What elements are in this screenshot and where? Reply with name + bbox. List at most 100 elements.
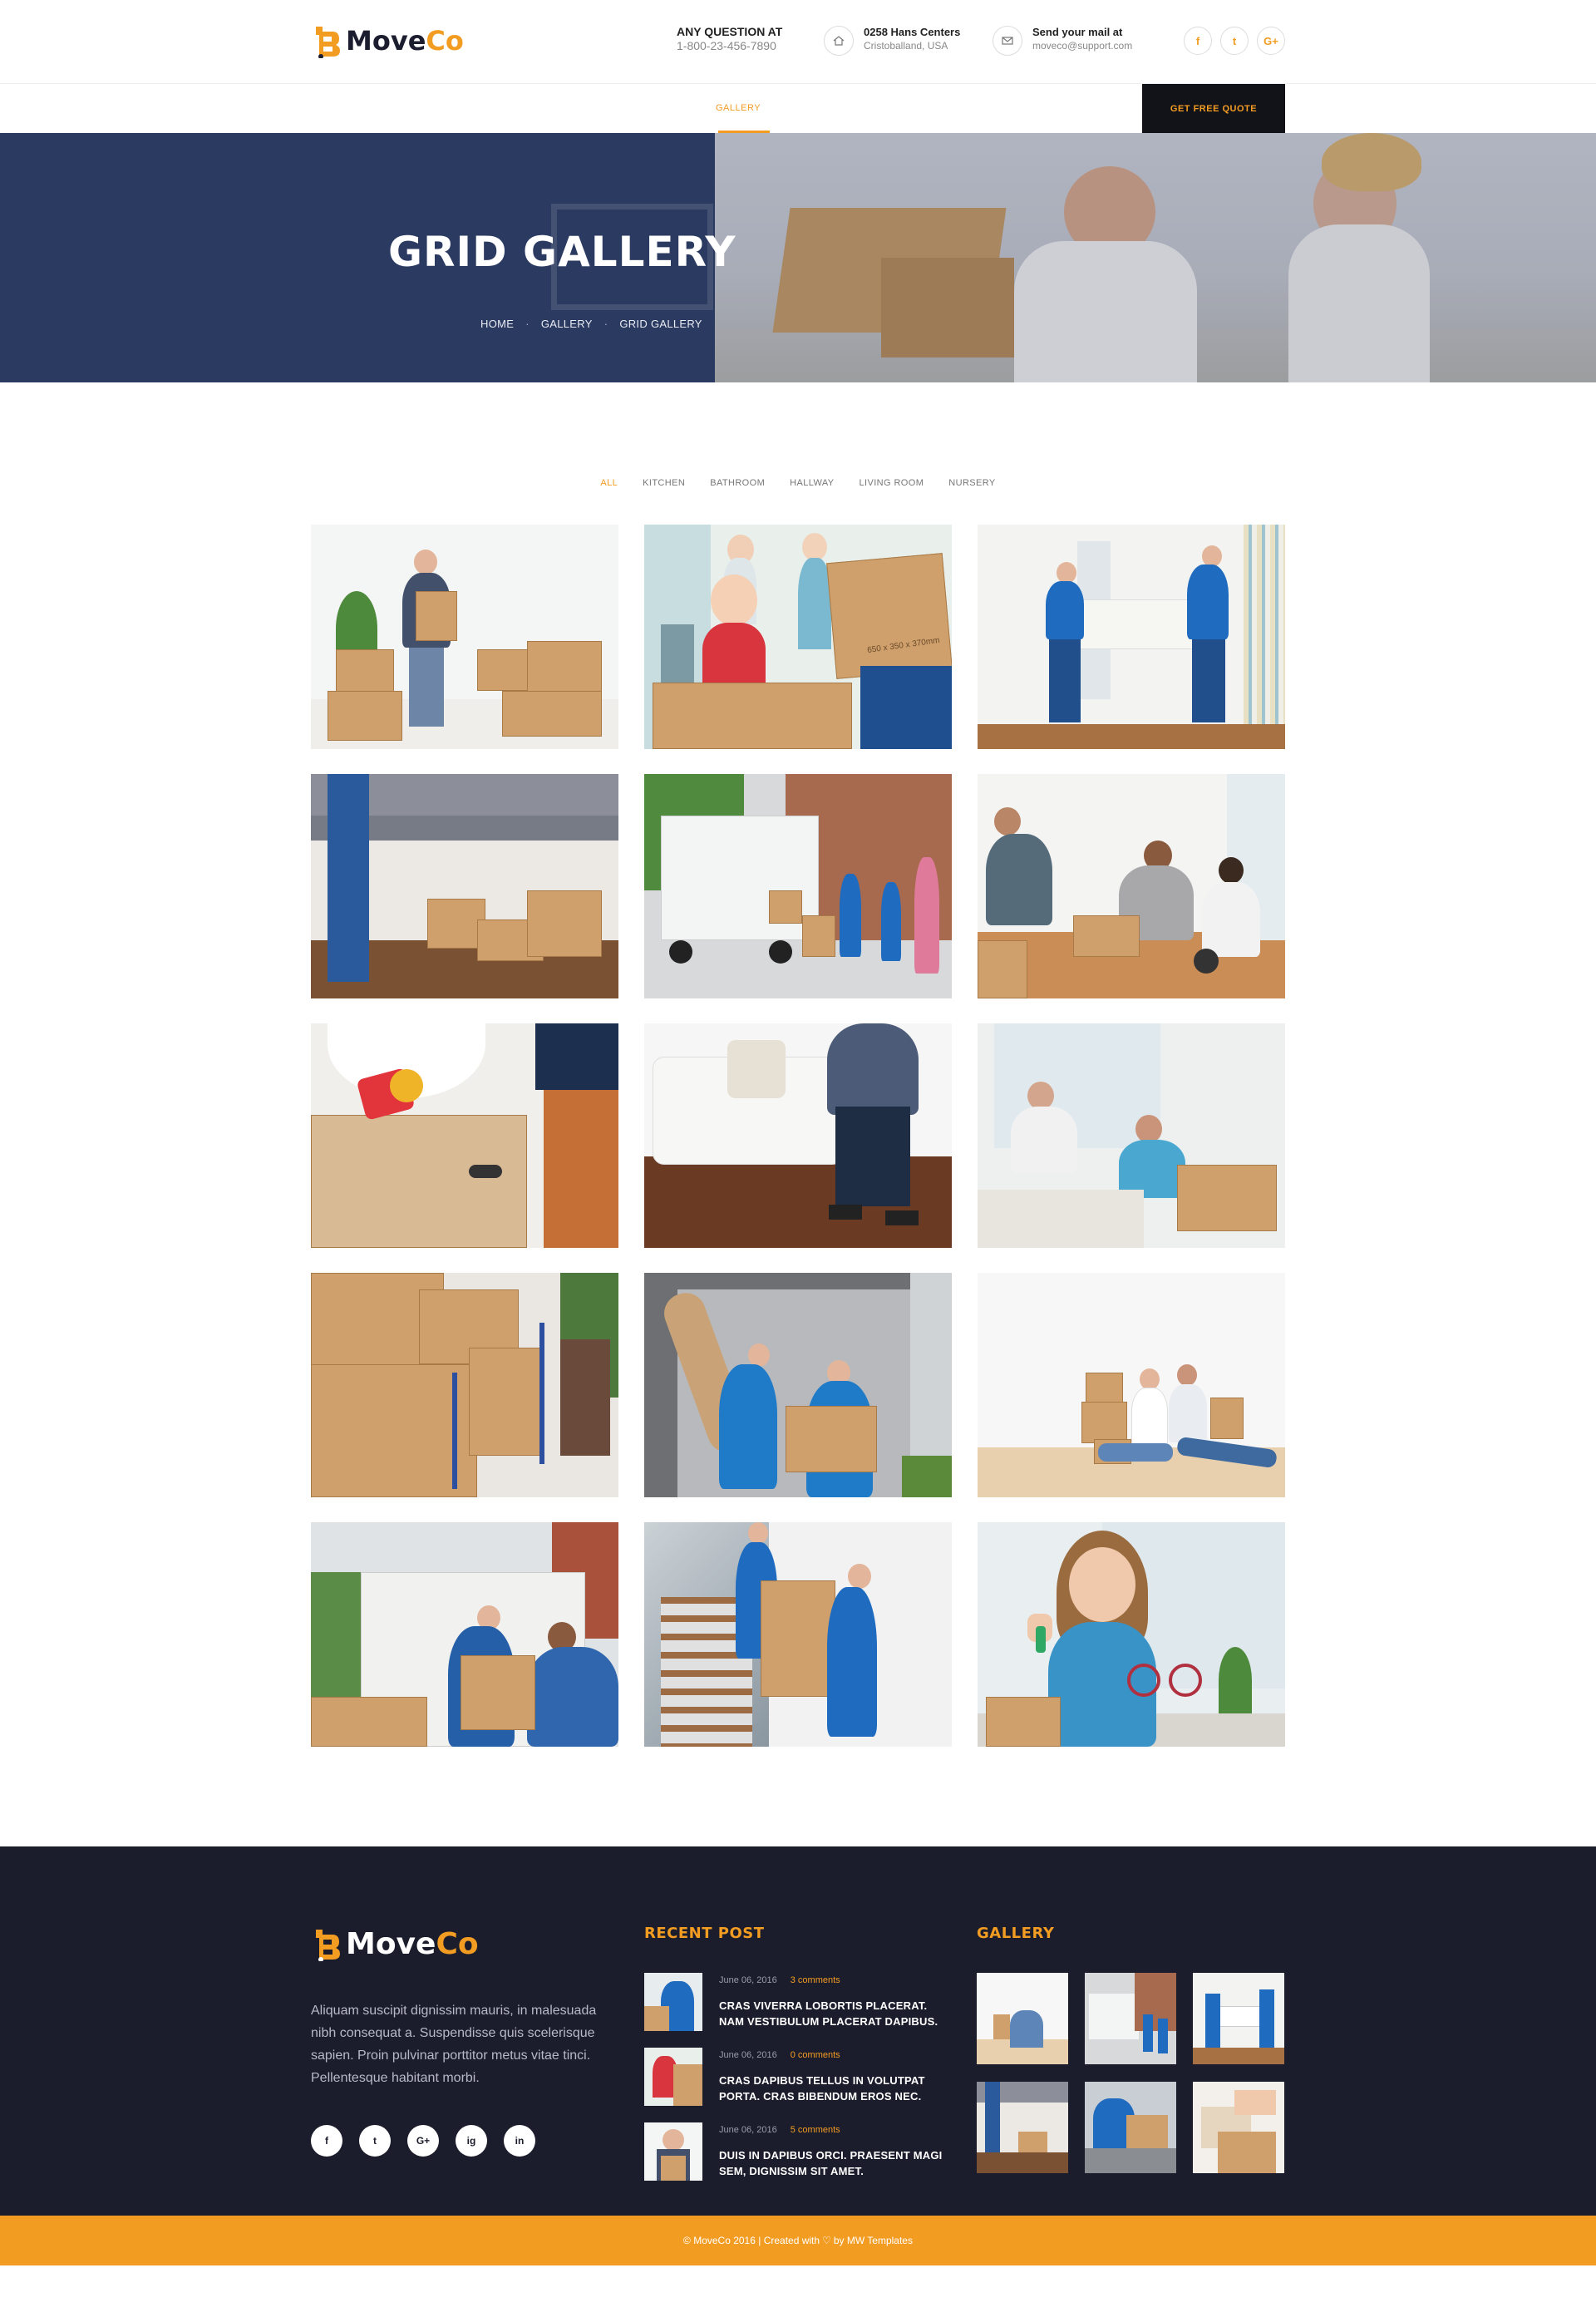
get-free-quote-button[interactable]: GET FREE QUOTE — [1142, 84, 1285, 134]
footer-gallery — [977, 1973, 1284, 2173]
footer-gallery-item[interactable] — [977, 2082, 1068, 2173]
footer-gallery-item[interactable] — [1193, 2082, 1284, 2173]
gallery-filters: ALL KITCHEN BATHROOM HALLWAY LIVING ROOM… — [0, 478, 1596, 488]
breadcrumb: HOME · GALLERY · GRID GALLERY — [480, 318, 702, 330]
post-title[interactable]: DUIS IN DAPIBUS ORCI. PRAESENT MAGI SEM,… — [719, 2147, 952, 2179]
banner-box — [772, 208, 1007, 333]
breadcrumb-current: GRID GALLERY — [619, 318, 702, 330]
post-date: June 06, 2016 — [719, 2125, 777, 2135]
post-meta: June 06, 2016 0 comments — [719, 2049, 952, 2061]
logo[interactable]: MoveCo — [311, 23, 464, 58]
mail-value[interactable]: moveco@support.com — [1032, 39, 1132, 53]
gallery-item-taping-box[interactable] — [311, 1023, 618, 1248]
topbar: MoveCo ANY QUESTION AT 1-800-23-456-7890… — [311, 0, 1285, 83]
main-nav: GALLERY GET FREE QUOTE — [0, 83, 1596, 134]
post-comments[interactable]: 0 comments — [791, 2050, 840, 2060]
page-banner: GRID GALLERY HOME · GALLERY · GRID GALLE… — [0, 133, 1596, 382]
post-thumbnail[interactable] — [644, 1973, 702, 2031]
contact-address: 0258 Hans Centers Cristoballand, USA — [824, 25, 960, 56]
filter-all[interactable]: ALL — [600, 478, 618, 488]
site-footer: MoveCo Aliquam suscipit dignissim mauris… — [0, 1846, 1596, 2265]
footer-gallery-item[interactable] — [1193, 1973, 1284, 2064]
twitter-icon[interactable]: t — [359, 2125, 391, 2157]
post-comments[interactable]: 3 comments — [791, 1975, 840, 1985]
recent-post-heading: RECENT POST — [644, 1925, 765, 1942]
banner-man-head — [1064, 166, 1155, 258]
footer-logo-text: MoveCo — [346, 1926, 479, 1961]
filter-hallway[interactable]: HALLWAY — [790, 478, 834, 488]
gallery-item-truck-handoff[interactable] — [311, 1522, 618, 1747]
twitter-icon[interactable]: t — [1220, 27, 1249, 55]
copyright-bar: © MoveCo 2016 | Created with ♡ by MW Tem… — [0, 2216, 1596, 2265]
gallery-item-woman-with-keys[interactable] — [978, 1522, 1285, 1747]
gallery-item-couple-unpacking[interactable] — [978, 1023, 1285, 1248]
filter-nursery[interactable]: NURSERY — [948, 478, 995, 488]
recent-post-item[interactable]: June 06, 2016 0 comments CRAS DAPIBUS TEL… — [644, 2048, 952, 2122]
home-icon — [824, 26, 854, 56]
gallery-item-couple-on-floor[interactable] — [978, 1273, 1285, 1497]
gallery-item-movers-with-sofa[interactable] — [978, 525, 1285, 749]
banner-photo — [715, 133, 1596, 382]
filter-bathroom[interactable]: BATHROOM — [710, 478, 765, 488]
post-thumbnail[interactable] — [644, 2048, 702, 2106]
footer-logo[interactable]: MoveCo — [311, 1926, 479, 1961]
instagram-icon[interactable]: ig — [456, 2125, 487, 2157]
filter-kitchen[interactable]: KITCHEN — [643, 478, 685, 488]
gallery-item-white-couch[interactable] — [644, 1023, 952, 1248]
site-header: MoveCo ANY QUESTION AT 1-800-23-456-7890… — [0, 0, 1596, 134]
footer-socials: f t G+ ig in — [311, 2125, 535, 2157]
banner-box — [881, 258, 1014, 357]
breadcrumb-gallery[interactable]: GALLERY — [541, 318, 593, 330]
recent-post-item[interactable]: June 06, 2016 3 comments CRAS VIVERRA LOB… — [644, 1973, 952, 2048]
mail-icon — [993, 26, 1022, 56]
banner-woman-head — [1313, 158, 1396, 249]
footer-gallery-item[interactable] — [977, 1973, 1068, 2064]
contact-mail: Send your mail at moveco@support.com — [993, 25, 1132, 56]
post-date: June 06, 2016 — [719, 2050, 777, 2060]
recent-post-item[interactable]: June 06, 2016 5 comments DUIS IN DAPIBUS … — [644, 2122, 952, 2197]
post-thumbnail[interactable] — [644, 2122, 702, 2181]
header-socials: f t G+ — [1184, 27, 1285, 55]
contact-phone-value[interactable]: 1-800-23-456-7890 — [677, 39, 782, 53]
breadcrumb-home[interactable]: HOME — [480, 318, 514, 330]
address-title: 0258 Hans Centers — [864, 26, 961, 38]
gallery-item-man-carrying-boxes[interactable] — [311, 525, 618, 749]
footer-about-text: Aliquam suscipit dignissim mauris, in ma… — [311, 2004, 597, 2085]
logo-mark-icon — [316, 1930, 340, 1961]
recent-posts: June 06, 2016 3 comments CRAS VIVERRA LOB… — [644, 1973, 952, 2197]
gallery-section: ALL KITCHEN BATHROOM HALLWAY LIVING ROOM… — [0, 478, 1596, 1747]
mail-title: Send your mail at — [1032, 26, 1123, 38]
footer-gallery-item[interactable] — [1085, 1973, 1176, 2064]
google-plus-icon[interactable]: G+ — [407, 2125, 439, 2157]
banner-man-shirt — [1014, 241, 1197, 382]
gallery-item-girl-in-box[interactable]: 650 x 350 x 370mm — [644, 525, 952, 749]
facebook-icon[interactable]: f — [311, 2125, 342, 2157]
linkedin-icon[interactable]: in — [504, 2125, 535, 2157]
gallery-item-movers-on-stairs[interactable] — [644, 1522, 952, 1747]
breadcrumb-separator: · — [603, 318, 608, 330]
gallery-grid: 650 x 350 x 370mm — [311, 525, 1285, 1747]
filter-living-room[interactable]: LIVING ROOM — [860, 478, 924, 488]
gallery-item-hand-trucks[interactable] — [311, 1273, 618, 1497]
gallery-item-family-packing[interactable] — [978, 774, 1285, 998]
footer-gallery-heading: GALLERY — [977, 1925, 1055, 1942]
contact-phone: ANY QUESTION AT 1-800-23-456-7890 — [677, 25, 782, 53]
post-title[interactable]: CRAS DAPIBUS TELLUS IN VOLUTPAT PORTA. C… — [719, 2073, 952, 2104]
google-plus-icon[interactable]: G+ — [1257, 27, 1285, 55]
post-meta: June 06, 2016 5 comments — [719, 2124, 952, 2136]
gallery-item-unloading-van[interactable] — [644, 1273, 952, 1497]
footer-gallery-item[interactable] — [1085, 2082, 1176, 2173]
nav-item-gallery[interactable]: GALLERY — [716, 84, 761, 134]
contact-phone-title: ANY QUESTION AT — [677, 25, 783, 38]
post-comments[interactable]: 5 comments — [791, 2125, 840, 2135]
copyright-text-b[interactable]: by MW Templates — [834, 2235, 913, 2246]
banner-woman-hair — [1322, 133, 1421, 191]
gallery-item-grey-sofa[interactable] — [311, 774, 618, 998]
post-title[interactable]: CRAS VIVERRA LOBORTIS PLACERAT. NAM VEST… — [719, 1998, 952, 2029]
breadcrumb-separator: · — [525, 318, 530, 330]
facebook-icon[interactable]: f — [1184, 27, 1212, 55]
gallery-item-moving-truck[interactable] — [644, 774, 952, 998]
heart-icon: ♡ — [822, 2235, 831, 2246]
page-title: GRID GALLERY — [388, 228, 736, 276]
banner-woman-shirt — [1288, 224, 1430, 382]
